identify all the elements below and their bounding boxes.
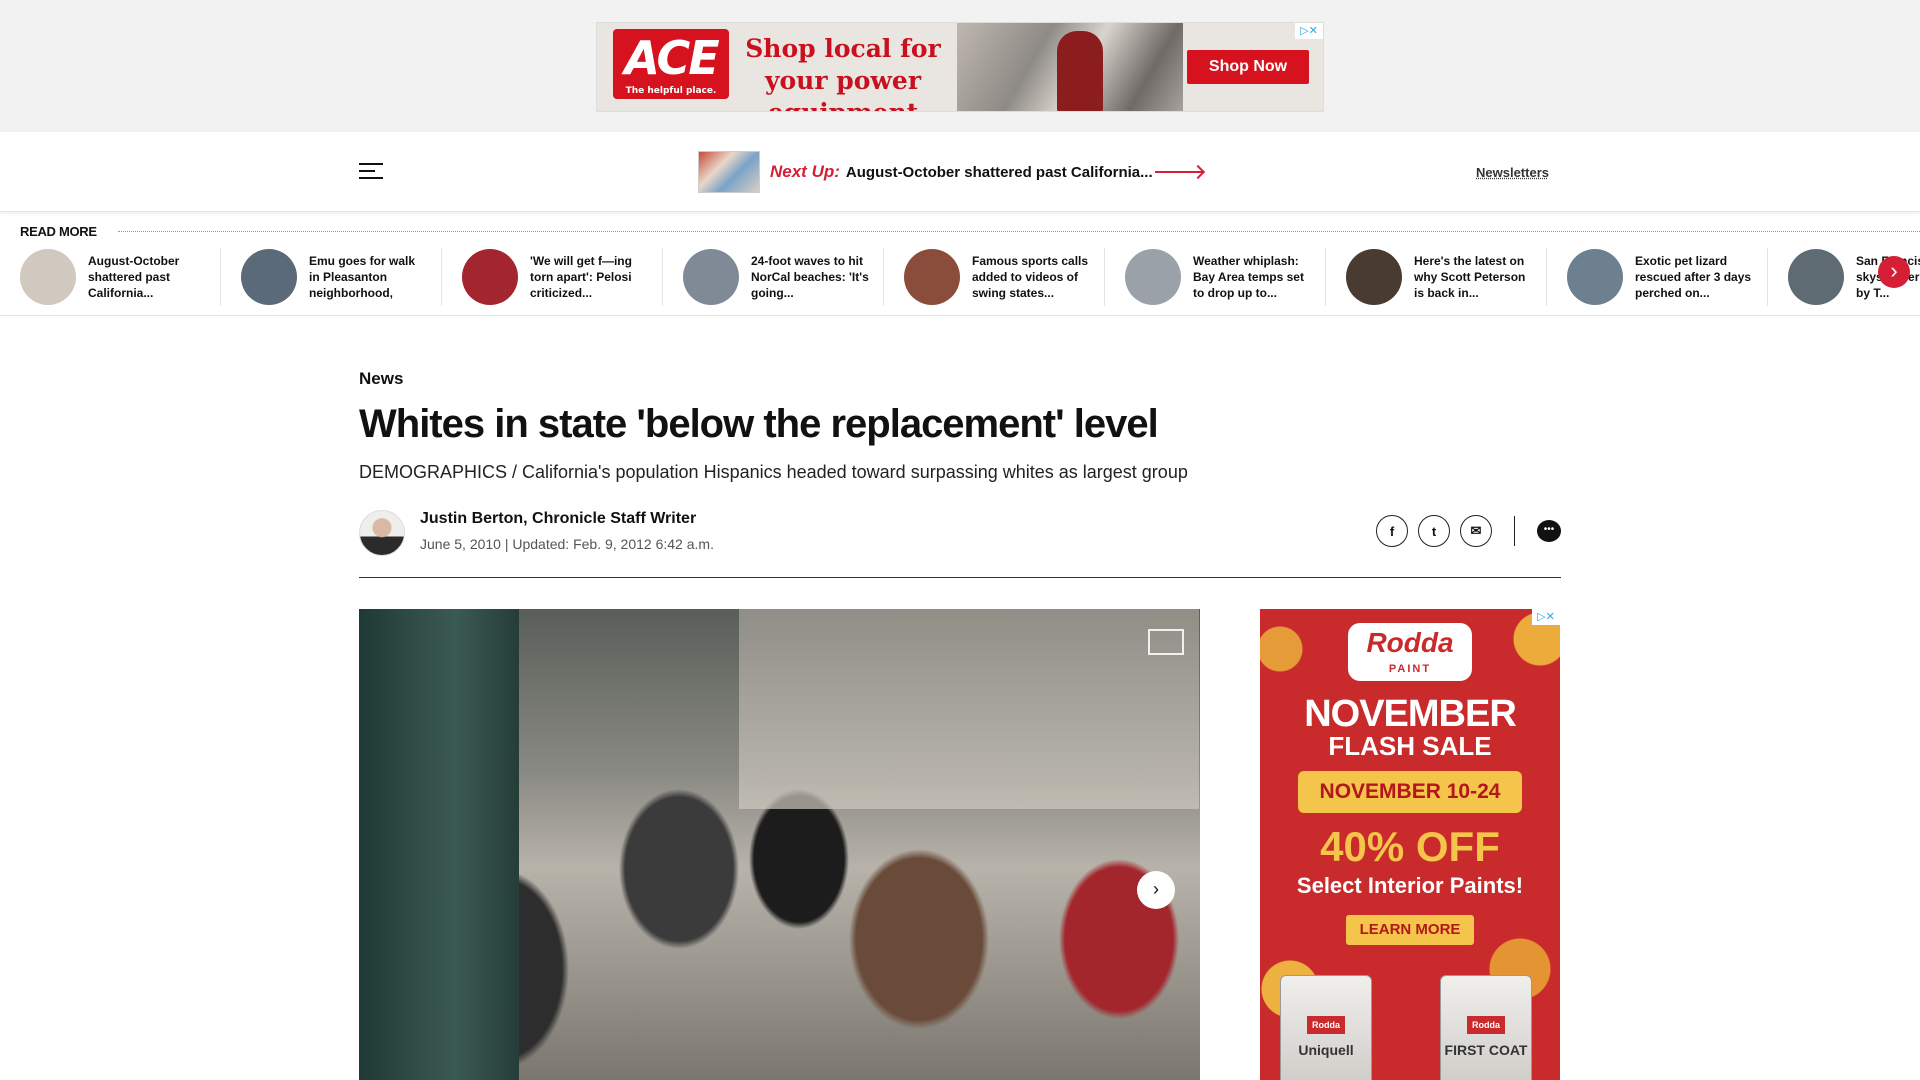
learn-more-button[interactable]: LEARN MORE [1346, 915, 1474, 945]
share-tools: f t ✉ ••• [1366, 515, 1561, 547]
read-more-label: READ MORE [20, 224, 97, 239]
hero-trees [739, 609, 1199, 809]
read-more-thumbnail [1125, 249, 1181, 305]
read-more-item[interactable]: 'We will get f—ing torn apart': Pelosi c… [442, 248, 663, 306]
ace-ad-headline: Shop local for your power equipment [745, 34, 941, 111]
read-more-strip: READ MORE August-October shattered past … [0, 222, 1920, 316]
hero-image-gallery[interactable]: › [359, 609, 1200, 1080]
publish-dates: June 5, 2010 | Updated: Feb. 9, 2012 6:4… [420, 536, 714, 552]
read-more-thumbnail [1788, 249, 1844, 305]
ace-logo-text: ACE [624, 31, 719, 85]
share-divider [1514, 516, 1515, 546]
rodda-logo: Rodda PAINT [1348, 623, 1472, 681]
next-up-title: August-October shattered past California… [845, 163, 1153, 181]
newsletters-link[interactable]: Newsletters [1476, 165, 1549, 180]
paint-can-first-coat: Rodda FIRST COAT [1440, 975, 1532, 1080]
read-more-thumbnail [241, 249, 297, 305]
read-more-item[interactable]: Famous sports calls added to videos of s… [884, 248, 1105, 306]
rodda-paint-ad[interactable]: ▷✕ Rodda PAINT NOVEMBER FLASH SALE NOVEM… [1260, 609, 1560, 1080]
arrow-right-icon [1154, 171, 1203, 173]
read-more-thumbnail [683, 249, 739, 305]
article-dek: DEMOGRAPHICS / California's population H… [359, 462, 1188, 482]
read-more-item[interactable]: Weather whiplash: Bay Area temps set to … [1105, 248, 1326, 306]
paint-can-name: FIRST COAT [1444, 1042, 1528, 1058]
gallery-next-icon[interactable]: › [1137, 871, 1175, 909]
ad-line-flash-sale: FLASH SALE [1328, 731, 1492, 761]
read-more-divider [118, 231, 1920, 232]
email-icon[interactable]: ✉ [1460, 515, 1492, 547]
rodda-logo-sub: PAINT [1388, 663, 1432, 675]
read-more-title: 24-foot waves to hit NorCal beaches: 'It… [751, 254, 869, 300]
read-more-title: Emu goes for walk in Pleasanton neighbor… [309, 254, 416, 300]
adchoices-icon[interactable]: ▷✕ [1532, 609, 1560, 625]
comments-icon[interactable]: ••• [1537, 520, 1561, 542]
author-avatar[interactable] [359, 510, 405, 556]
ad-offer: 40% OFF [1320, 823, 1500, 870]
section-label[interactable]: News [359, 369, 403, 389]
ace-banner-ad[interactable]: ACE The helpful place. Shop local for yo… [596, 22, 1324, 112]
site-header: Next Up: August-October shattered past C… [0, 132, 1920, 212]
read-more-item[interactable]: Emu goes for walk in Pleasanton neighbor… [221, 248, 442, 306]
read-more-thumbnail [462, 249, 518, 305]
ad-line-november: NOVEMBER [1304, 693, 1517, 735]
read-more-title: Exotic pet lizard rescued after 3 days p… [1635, 254, 1752, 300]
person-with-snowblower [1057, 31, 1103, 111]
hero-building [359, 609, 519, 1080]
read-more-thumbnail [20, 249, 76, 305]
next-up-link[interactable]: Next Up: August-October shattered past C… [698, 150, 1203, 194]
carousel-next-icon[interactable]: › [1878, 256, 1910, 288]
read-more-thumbnail [1567, 249, 1623, 305]
read-more-item[interactable]: Exotic pet lizard rescued after 3 days p… [1547, 248, 1768, 306]
shop-now-button[interactable]: Shop Now [1187, 50, 1309, 84]
read-more-thumbnail [1346, 249, 1402, 305]
ace-logo-tagline: The helpful place. [625, 86, 717, 96]
read-more-title: Famous sports calls added to videos of s… [972, 254, 1089, 300]
paint-can-label: Rodda [1307, 1016, 1345, 1034]
byline: Justin Berton, Chronicle Staff Writer Ju… [359, 508, 1561, 578]
expand-icon[interactable] [1148, 629, 1184, 655]
author-name[interactable]: Justin Berton, Chronicle Staff Writer [420, 510, 696, 528]
facebook-icon[interactable]: f [1376, 515, 1408, 547]
twitter-icon[interactable]: t [1418, 515, 1450, 547]
ace-ad-photo [957, 23, 1183, 111]
read-more-list: August-October shattered past California… [0, 248, 1920, 306]
read-more-title: 'We will get f—ing torn apart': Pelosi c… [530, 254, 632, 300]
read-more-item[interactable]: Here's the latest on why Scott Peterson … [1326, 248, 1547, 306]
read-more-item[interactable]: 24-foot waves to hit NorCal beaches: 'It… [663, 248, 884, 306]
ad-sale-dates: NOVEMBER 10-24 [1298, 771, 1522, 813]
rodda-logo-text: Rodda [1366, 627, 1454, 658]
ad-offer-sub: Select Interior Paints! [1296, 873, 1524, 898]
read-more-item[interactable]: August-October shattered past California… [0, 248, 221, 306]
hamburger-menu-icon[interactable] [359, 163, 383, 181]
ace-logo: ACE The helpful place. [613, 29, 729, 99]
top-ad-band: ACE The helpful place. Shop local for yo… [0, 0, 1920, 132]
paint-can-name: Uniquell [1298, 1042, 1354, 1058]
paint-can-uniquell: Rodda Uniquell [1280, 975, 1372, 1080]
read-more-title: August-October shattered past California… [88, 254, 180, 300]
next-up-thumbnail [698, 151, 760, 193]
read-more-thumbnail [904, 249, 960, 305]
read-more-title: Here's the latest on why Scott Peterson … [1414, 254, 1526, 300]
next-up-label: Next Up: [770, 162, 840, 181]
read-more-title: Weather whiplash: Bay Area temps set to … [1193, 254, 1304, 300]
article-headline: Whites in state 'below the replacement' … [359, 402, 1159, 446]
adchoices-icon[interactable]: ▷✕ [1295, 23, 1323, 39]
paint-can-label: Rodda [1467, 1016, 1505, 1034]
